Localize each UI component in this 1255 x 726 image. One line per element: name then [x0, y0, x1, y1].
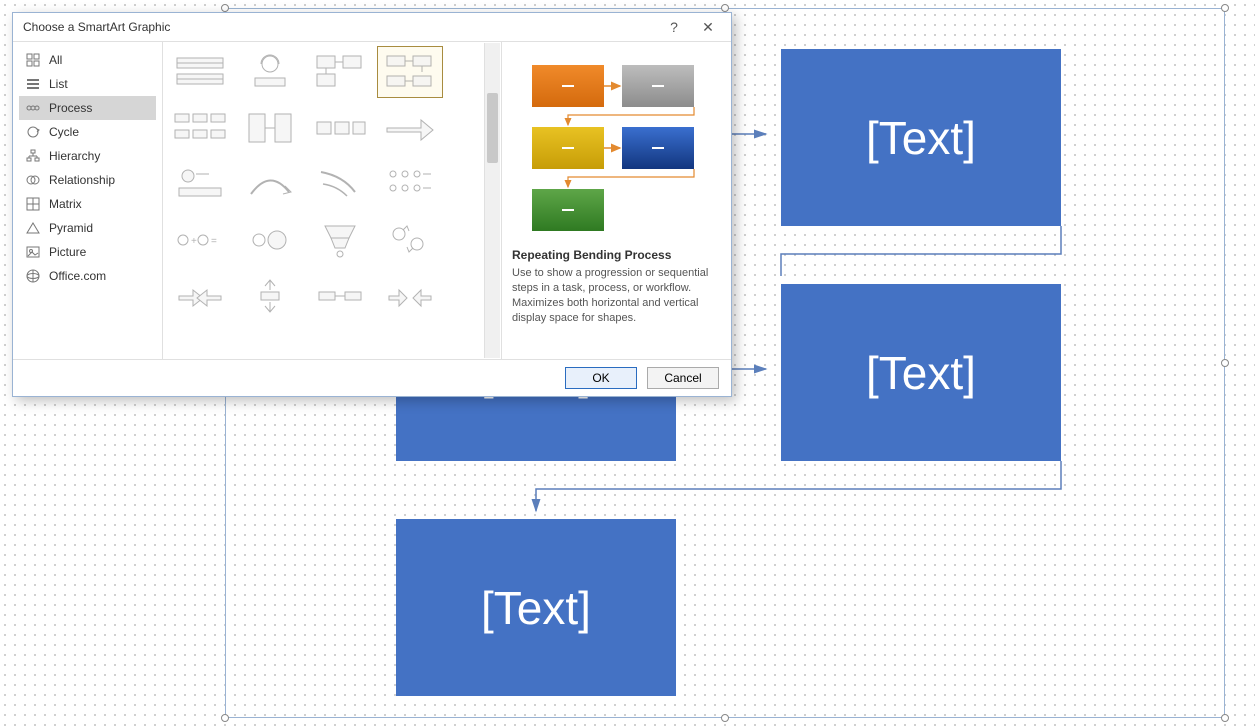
choose-smartart-dialog: Choose a SmartArt Graphic ? ✕ All List Pro…: [12, 12, 732, 397]
category-item-relationship[interactable]: Relationship: [19, 168, 156, 192]
preview-description: Use to show a progression or sequential …: [512, 266, 721, 325]
smartart-shape[interactable]: [Text]: [781, 49, 1061, 226]
office-icon: [25, 268, 41, 284]
layout-tile[interactable]: +=: [167, 214, 233, 266]
layout-preview-image: [512, 50, 721, 240]
resize-handle[interactable]: [721, 714, 729, 722]
hierarchy-icon: [25, 148, 41, 164]
layout-tile[interactable]: [237, 46, 303, 98]
close-icon: ✕: [702, 19, 714, 36]
category-list: All List Process Cycle Hierarchy Relationship…: [13, 42, 163, 359]
resize-handle[interactable]: [221, 714, 229, 722]
category-label: Picture: [49, 245, 86, 259]
layout-tile[interactable]: [167, 270, 233, 322]
layout-tile[interactable]: [237, 214, 303, 266]
help-button[interactable]: ?: [657, 16, 691, 38]
layout-tile[interactable]: [307, 102, 373, 154]
shape-text: [Text]: [866, 346, 976, 400]
picture-icon: [25, 244, 41, 260]
layout-tile[interactable]: [377, 102, 443, 154]
layout-tile[interactable]: [167, 158, 233, 210]
layout-tile[interactable]: [377, 46, 443, 98]
shape-text: [Text]: [866, 111, 976, 165]
layout-tile[interactable]: [307, 158, 373, 210]
layout-tile[interactable]: [237, 270, 303, 322]
category-item-process[interactable]: Process: [19, 96, 156, 120]
ok-button[interactable]: OK: [565, 367, 637, 389]
category-item-all[interactable]: All: [19, 48, 156, 72]
resize-handle[interactable]: [1221, 359, 1229, 367]
pyramid-icon: [25, 220, 41, 236]
category-label: Matrix: [49, 197, 82, 211]
preview-title: Repeating Bending Process: [512, 248, 721, 262]
layout-tile[interactable]: [377, 158, 443, 210]
preview-pane: Repeating Bending Process Use to show a …: [501, 42, 731, 359]
all-icon: [25, 52, 41, 68]
process-icon: [25, 100, 41, 116]
dialog-button-bar: OK Cancel: [13, 360, 731, 396]
category-label: Office.com: [49, 269, 106, 283]
layout-tile[interactable]: [307, 270, 373, 322]
smartart-shape[interactable]: [Text]: [396, 519, 676, 696]
category-label: Cycle: [49, 125, 79, 139]
svg-text:+: +: [191, 236, 197, 247]
gallery-scrollbar[interactable]: [484, 43, 500, 358]
help-icon: ?: [670, 19, 678, 35]
layout-tile[interactable]: [307, 46, 373, 98]
resize-handle[interactable]: [721, 4, 729, 12]
category-item-pyramid[interactable]: Pyramid: [19, 216, 156, 240]
category-label: Relationship: [49, 173, 115, 187]
layout-tile[interactable]: [377, 270, 443, 322]
category-item-picture[interactable]: Picture: [19, 240, 156, 264]
resize-handle[interactable]: [1221, 4, 1229, 12]
category-label: Hierarchy: [49, 149, 100, 163]
cancel-button[interactable]: Cancel: [647, 367, 719, 389]
category-label: Process: [49, 101, 92, 115]
layout-tile[interactable]: [307, 214, 373, 266]
close-button[interactable]: ✕: [691, 16, 725, 38]
resize-handle[interactable]: [221, 4, 229, 12]
shape-text: [Text]: [481, 581, 591, 635]
dialog-titlebar[interactable]: Choose a SmartArt Graphic ? ✕: [13, 13, 731, 41]
category-item-matrix[interactable]: Matrix: [19, 192, 156, 216]
layout-gallery[interactable]: +=: [163, 42, 501, 359]
layout-tile[interactable]: [377, 214, 443, 266]
category-item-list[interactable]: List: [19, 72, 156, 96]
category-label: All: [49, 53, 62, 67]
category-item-cycle[interactable]: Cycle: [19, 120, 156, 144]
list-icon: [25, 76, 41, 92]
layout-tile[interactable]: [237, 158, 303, 210]
category-item-hierarchy[interactable]: Hierarchy: [19, 144, 156, 168]
category-label: Pyramid: [49, 221, 93, 235]
dialog-title: Choose a SmartArt Graphic: [23, 20, 657, 34]
smartart-shape[interactable]: [Text]: [781, 284, 1061, 461]
layout-tile[interactable]: [237, 102, 303, 154]
scrollbar-thumb[interactable]: [487, 93, 498, 163]
relationship-icon: [25, 172, 41, 188]
layout-tile[interactable]: [167, 46, 233, 98]
matrix-icon: [25, 196, 41, 212]
layout-tile[interactable]: [167, 102, 233, 154]
resize-handle[interactable]: [1221, 714, 1229, 722]
category-label: List: [49, 77, 68, 91]
svg-text:=: =: [211, 236, 217, 247]
cycle-icon: [25, 124, 41, 140]
category-item-office[interactable]: Office.com: [19, 264, 156, 288]
